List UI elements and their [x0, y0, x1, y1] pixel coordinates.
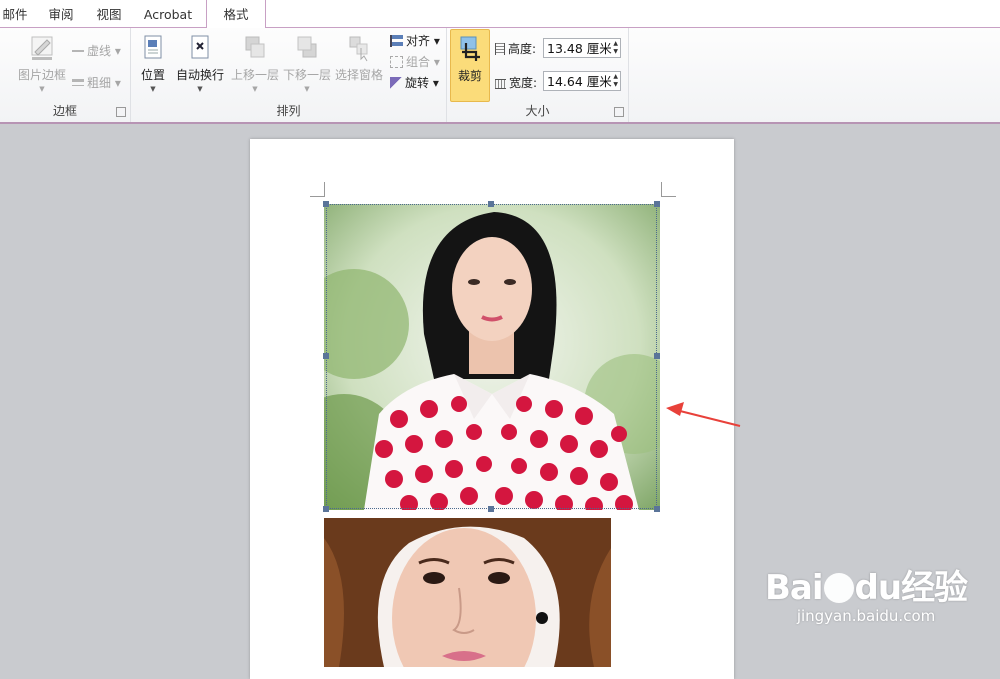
ribbon: 图片边框 ▼ 虚线 ▾ 粗细 ▾ 边框 位置 ▼ 自动换行 ▼ 上移一层 ▼ 下… [0, 28, 1000, 124]
picture-selection-frame [326, 204, 657, 509]
align-button[interactable]: 对齐 ▾ [390, 32, 440, 50]
watermark-brand-suffix: 经验 [901, 568, 968, 608]
tab-format[interactable]: 格式 [206, 0, 266, 29]
tab-acrobat[interactable]: Acrobat [138, 0, 198, 27]
position-icon [144, 35, 162, 59]
crop-label: 裁剪 [457, 69, 482, 83]
size-group: 裁剪 高度: 13.48 厘米 ▲ ▼ 宽度: 14.64 厘米 ▲ ▼ 大小 [447, 28, 629, 122]
chevron-down-icon: ▼ [304, 85, 310, 93]
watermark-url: jingyan.baidu.com [796, 607, 936, 625]
wrap-text-label: 自动换行 [175, 68, 224, 82]
send-backward-label: 下移一层 [282, 68, 331, 82]
arrange-group-label: 排列 [276, 104, 301, 118]
height-value: 13.48 厘米 [547, 41, 612, 56]
shape-height-icon [495, 43, 505, 55]
resize-handle-top-left[interactable] [323, 201, 329, 207]
width-spinner[interactable]: 14.64 厘米 ▲ ▼ [543, 71, 621, 91]
crop-icon [460, 36, 480, 61]
chevron-down-icon: ▼ [197, 85, 203, 93]
group-icon [390, 56, 403, 68]
tab-review[interactable]: 审阅 [40, 0, 82, 27]
border-group: 图片边框 ▼ 虚线 ▾ 粗细 ▾ 边框 [0, 28, 131, 122]
height-label: 高度: [508, 42, 537, 56]
corner-mark [310, 182, 325, 197]
corner-mark [661, 182, 676, 197]
resize-handle-left[interactable] [323, 353, 329, 359]
paw-icon [823, 573, 854, 603]
resize-handle-bottom-right[interactable] [654, 506, 660, 512]
line-weight-icon [72, 79, 84, 86]
bring-forward-icon [245, 36, 265, 58]
picture-border-button[interactable]: 图片边框 ▼ [14, 32, 70, 100]
wrap-text-button[interactable]: 自动换行 ▼ [175, 32, 225, 100]
baidu-jingyan-watermark: Bai du经验 jingyan.baidu.com [765, 560, 968, 625]
pencil-border-icon [31, 36, 53, 60]
chevron-down-icon: ▼ [39, 85, 45, 93]
selection-pane-label: 选择窗格 [334, 68, 383, 82]
resize-handle-right[interactable] [654, 353, 660, 359]
dashes-icon [72, 50, 84, 52]
resize-handle-bottom[interactable] [488, 506, 494, 512]
weight-button[interactable]: 粗细 ▾ [72, 74, 121, 92]
watermark-brand: Bai [765, 568, 824, 608]
chevron-down-icon: ▼ [150, 85, 156, 93]
selection-pane-icon [349, 36, 368, 62]
tab-mailings[interactable]: 邮件 [0, 0, 30, 27]
align-icon [390, 35, 403, 47]
dialog-launcher-icon[interactable] [614, 107, 624, 117]
dialog-launcher-icon[interactable] [116, 107, 126, 117]
rotate-label: 旋转 [405, 76, 430, 90]
height-label-row: 高度: [495, 40, 536, 58]
weight-label: 粗细 [87, 76, 112, 90]
arrange-group: 位置 ▼ 自动换行 ▼ 上移一层 ▼ 下移一层 ▼ 选择窗格 对齐 ▾ 组合 ▾… [131, 28, 447, 122]
group-label: 组合 [406, 55, 431, 69]
send-backward-button[interactable]: 下移一层 ▼ [281, 32, 333, 100]
chevron-down-icon: ▼ [252, 85, 258, 93]
width-value: 14.64 厘米 [547, 74, 612, 89]
spinner-arrows-icon[interactable]: ▲ ▼ [613, 73, 618, 89]
rotate-button[interactable]: 旋转 ▾ [390, 74, 439, 92]
second-picture[interactable] [324, 518, 611, 667]
resize-handle-bottom-left[interactable] [323, 506, 329, 512]
group-button[interactable]: 组合 ▾ [390, 53, 440, 71]
selection-pane-button[interactable]: 选择窗格 [333, 32, 385, 100]
bring-forward-button[interactable]: 上移一层 ▼ [229, 32, 281, 100]
position-button[interactable]: 位置 ▼ [135, 32, 171, 100]
annotation-arrow-icon [666, 402, 741, 427]
dashes-label: 虚线 [87, 44, 112, 58]
ribbon-tab-bar: 邮件 审阅 视图 Acrobat 格式 [0, 0, 1000, 29]
border-group-label: 边框 [52, 104, 77, 118]
wrap-text-icon [191, 35, 209, 59]
rotate-icon [390, 77, 402, 89]
position-label: 位置 [140, 68, 165, 82]
width-label: 宽度: [509, 76, 538, 90]
tab-view[interactable]: 视图 [88, 0, 130, 27]
watermark-logo: Bai du经验 [765, 568, 968, 608]
shape-width-icon [495, 79, 506, 89]
bring-forward-label: 上移一层 [230, 68, 279, 82]
crop-button[interactable]: 裁剪 [450, 29, 490, 102]
height-spinner[interactable]: 13.48 厘米 ▲ ▼ [543, 38, 621, 58]
resize-handle-top[interactable] [488, 201, 494, 207]
send-backward-icon [297, 36, 317, 58]
spinner-arrows-icon[interactable]: ▲ ▼ [613, 40, 618, 56]
size-group-label: 大小 [525, 104, 550, 118]
portrait-photo-image [324, 518, 611, 667]
resize-handle-top-right[interactable] [654, 201, 660, 207]
width-label-row: 宽度: [495, 74, 537, 92]
dashes-button[interactable]: 虚线 ▾ [72, 42, 121, 60]
align-label: 对齐 [406, 34, 431, 48]
picture-border-label: 图片边框 [17, 68, 66, 82]
